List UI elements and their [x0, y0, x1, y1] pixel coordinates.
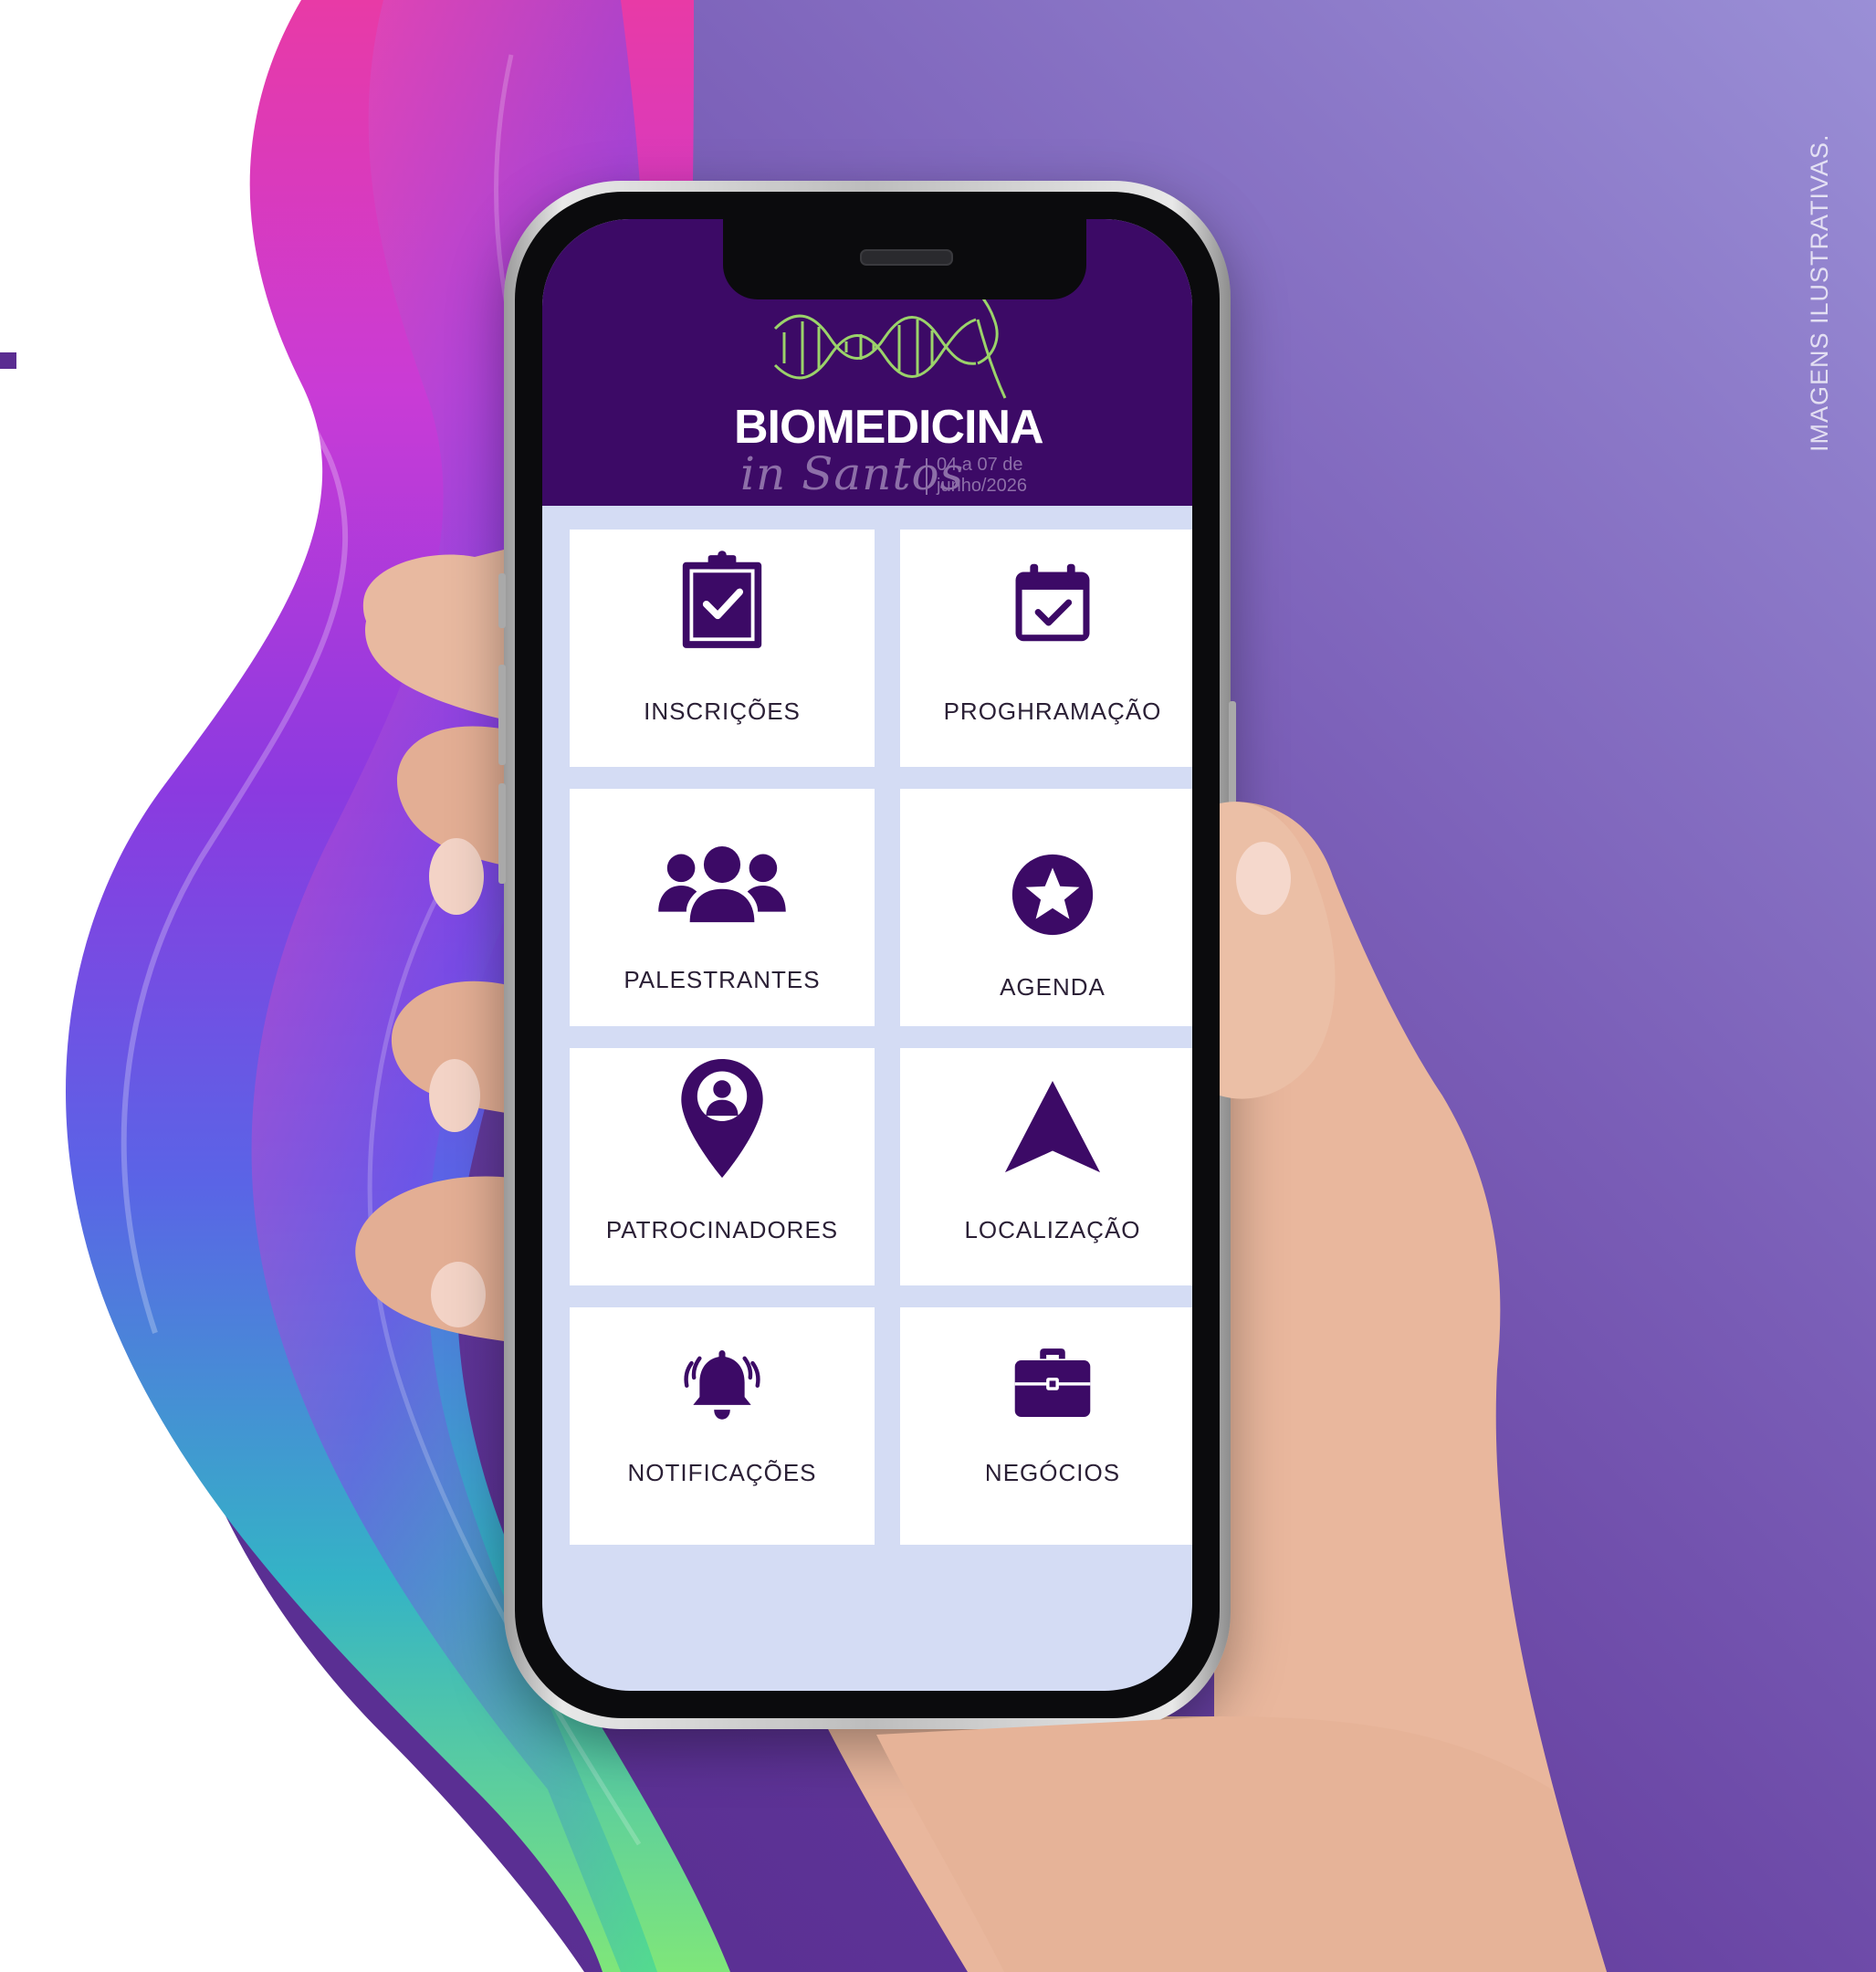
- menu-label: PALESTRANTES: [624, 966, 821, 993]
- phone-volume-up-button: [498, 665, 506, 765]
- menu-tile-localizacao[interactable]: LOCALIZAÇÃO: [900, 1048, 1192, 1285]
- menu-label: LOCALIZAÇÃO: [964, 1216, 1141, 1243]
- calendar-check-icon: [1015, 563, 1090, 642]
- menu-tile-palestrantes[interactable]: PALESTRANTES: [570, 789, 875, 1026]
- logo-subtitle: in Santos: [740, 447, 965, 500]
- logo-date-line2: junho/2026: [937, 476, 1027, 496]
- location-pin-user-icon: [681, 1058, 763, 1179]
- corner-mark: [0, 352, 16, 369]
- menu-tile-negocios[interactable]: NEGÓCIOS: [900, 1307, 1192, 1545]
- menu-label: NOTIFICAÇÕES: [627, 1459, 817, 1486]
- menu-tile-inscricoes[interactable]: INSCRIÇÕES: [570, 530, 875, 767]
- bell-ringing-icon: [684, 1350, 760, 1420]
- phone-bezel: BIOMEDICINA in Santos 04 a 07 de junho/2…: [515, 192, 1220, 1718]
- dna-logo-icon: [773, 295, 1007, 399]
- disclaimer-text: IMAGENS ILUSTRATIVAS.: [1806, 133, 1833, 452]
- menu-tile-notificacoes[interactable]: NOTIFICAÇÕES: [570, 1307, 875, 1545]
- briefcase-icon: [1014, 1348, 1091, 1417]
- logo-title: BIOMEDICINA: [734, 401, 1044, 454]
- users-group-icon: [658, 845, 786, 923]
- smartphone-mockup: BIOMEDICINA in Santos 04 a 07 de junho/2…: [498, 181, 1236, 1729]
- menu-label: INSCRIÇÕES: [644, 698, 801, 725]
- phone-side-button: [498, 573, 506, 628]
- menu-label: PROGHRAMAÇÃO: [943, 698, 1162, 725]
- app-screen: BIOMEDICINA in Santos 04 a 07 de junho/2…: [542, 219, 1192, 1691]
- logo-divider: [926, 458, 928, 495]
- menu-label: NEGÓCIOS: [984, 1459, 1121, 1486]
- logo-date-line1: 04 a 07 de: [937, 455, 1023, 475]
- menu-tile-agenda[interactable]: AGENDA: [900, 789, 1192, 1026]
- menu-label: AGENDA: [1000, 973, 1106, 1001]
- promo-canvas: IMAGENS ILUSTRATIVAS. BIOMEDICINA in San…: [0, 0, 1876, 1972]
- menu-tile-programacao[interactable]: PROGHRAMAÇÃO: [900, 530, 1192, 767]
- menu-tile-patrocinadores[interactable]: PATROCINADORES: [570, 1048, 875, 1285]
- logo-date: 04 a 07 de junho/2026: [937, 455, 1027, 497]
- clipboard-check-icon: [682, 551, 762, 648]
- speaker-grille: [860, 249, 953, 266]
- navigation-arrow-icon: [1004, 1080, 1101, 1173]
- phone-notch: [723, 219, 1086, 299]
- menu-label: PATROCINADORES: [605, 1216, 839, 1243]
- star-circle-icon: [1011, 854, 1094, 936]
- phone-volume-down-button: [498, 783, 506, 884]
- phone-power-button: [1229, 701, 1236, 856]
